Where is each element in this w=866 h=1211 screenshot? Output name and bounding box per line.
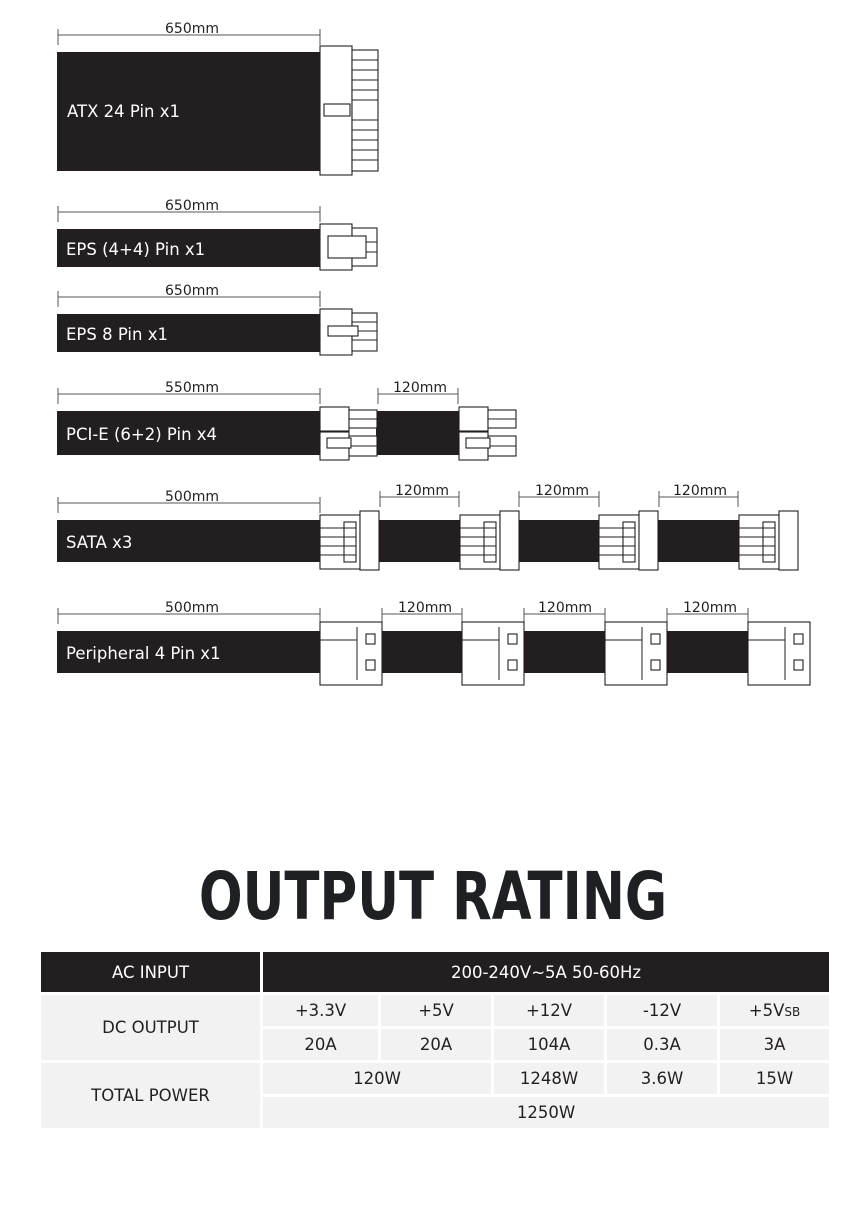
segment-length-label: 120mm	[683, 600, 737, 616]
eps8-connector	[319, 308, 378, 356]
rail-neg12v: -12V	[604, 992, 720, 1029]
sata-connector-4	[738, 510, 799, 571]
sata-connector-2	[459, 510, 520, 571]
current-neg12v: 0.3A	[604, 1026, 720, 1063]
sata-connector-3	[598, 510, 659, 571]
power-3v3-5v: 120W	[260, 1060, 494, 1097]
length-label: 500mm	[165, 600, 219, 616]
atx24-connector	[319, 45, 379, 176]
cable-segment	[376, 411, 460, 455]
segment-length-label: 120mm	[535, 483, 589, 499]
rail-12v: +12V	[491, 992, 607, 1029]
cable-segment	[666, 631, 750, 673]
cable-label: EPS (4+4) Pin x1	[66, 240, 205, 259]
length-label: 650mm	[165, 198, 219, 214]
power-neg12v: 3.6W	[604, 1060, 720, 1097]
cable-diagram: 650mm ATX 24 Pin x1 650mm EPS (4+4) Pin …	[57, 21, 811, 686]
cable-label: Peripheral 4 Pin x1	[66, 644, 221, 663]
cable-sata: 500mm 120mm 120mm 120mm SATA x3	[57, 483, 799, 571]
cable-segment	[523, 631, 607, 673]
cable-pcie: 550mm 120mm PCI-E (6+2) Pin x4	[57, 380, 517, 461]
rail-5vsb: +5VSB	[716, 992, 833, 1029]
cable-segment	[381, 631, 464, 673]
length-label: 650mm	[165, 21, 219, 37]
molex-connector-3	[604, 621, 668, 686]
rail-3v3: +3.3V	[260, 992, 381, 1029]
length-label: 650mm	[165, 283, 219, 299]
ac-input-label: AC INPUT	[38, 949, 263, 995]
cable-peripheral: 500mm 120mm 120mm 120mm Peripheral 4 Pin…	[57, 600, 811, 686]
dc-output-label: DC OUTPUT	[38, 992, 263, 1063]
current-12v: 104A	[491, 1026, 607, 1063]
ac-input-value: 200-240V~5A 50-60Hz	[259, 949, 833, 995]
rail-5vsb-main: +5V	[748, 1001, 785, 1020]
cable-label: EPS 8 Pin x1	[66, 325, 168, 344]
power-12v: 1248W	[491, 1060, 607, 1097]
cable-label: ATX 24 Pin x1	[67, 102, 180, 121]
rail-5vsb-sub: SB	[784, 1005, 801, 1019]
output-rating-title: OUTPUT RATING	[198, 858, 668, 935]
current-3v3: 20A	[260, 1026, 381, 1063]
pcie-connector-2	[458, 406, 517, 461]
rail-5v: +5V	[378, 992, 494, 1029]
sata-connector-1	[319, 510, 380, 571]
cable-segment	[379, 520, 461, 562]
cable-atx24: 650mm ATX 24 Pin x1	[57, 21, 379, 176]
segment-length-label: 120mm	[673, 483, 727, 499]
length-label: 550mm	[165, 380, 219, 396]
segment-length-label: 120mm	[395, 483, 449, 499]
cable-segment	[518, 520, 600, 562]
current-5v: 20A	[378, 1026, 494, 1063]
molex-connector-2	[461, 621, 525, 686]
eps44-connector	[319, 223, 378, 271]
segment-length-label: 120mm	[398, 600, 452, 616]
cable-segment	[658, 520, 740, 562]
pcie-connector-1	[319, 406, 378, 461]
length-label: 500mm	[165, 489, 219, 505]
total-power-label: TOTAL POWER	[38, 1060, 263, 1131]
segment-length-label: 120mm	[393, 380, 447, 396]
cable-eps44: 650mm EPS (4+4) Pin x1	[57, 198, 378, 271]
cable-label: PCI-E (6+2) Pin x4	[66, 425, 217, 444]
segment-length-label: 120mm	[538, 600, 592, 616]
cable-eps8: 650mm EPS 8 Pin x1	[57, 283, 378, 356]
cable-label: SATA x3	[66, 533, 132, 552]
output-rating-table: AC INPUT 200-240V~5A 50-60Hz DC OUTPUT +…	[38, 949, 833, 1131]
current-5vsb: 3A	[716, 1026, 833, 1063]
molex-connector-4	[747, 621, 811, 686]
total-power-value: 1250W	[259, 1094, 833, 1131]
power-5vsb: 15W	[716, 1060, 833, 1097]
molex-connector-1	[319, 621, 383, 686]
